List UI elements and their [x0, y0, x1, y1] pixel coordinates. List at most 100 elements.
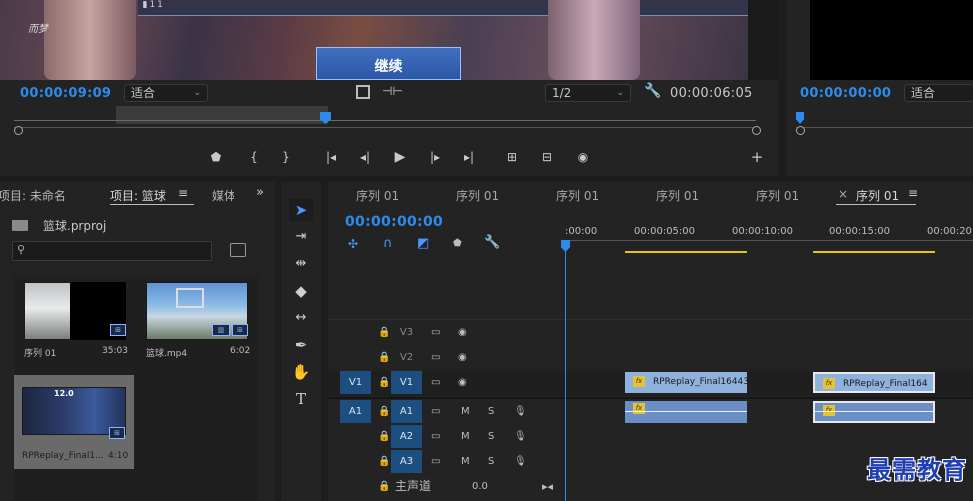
lock-icon[interactable]: 🔒	[378, 400, 390, 423]
step-back-icon[interactable]: ◂|	[356, 149, 374, 165]
selection-tool-icon[interactable]: ➤	[289, 199, 313, 221]
timeline-playhead[interactable]	[565, 240, 566, 501]
source-timecode[interactable]: 00:00:00:00	[800, 86, 891, 101]
panel-menu-icon[interactable]: ≡	[908, 186, 918, 200]
project-item-sequence[interactable]: ⊞ 序列 01 35:03	[14, 276, 134, 371]
project-item-replay[interactable]: 12.0 ⊞ RPReplay_Final1... 4:10	[14, 375, 134, 469]
master-volume-value[interactable]: 0.0	[472, 475, 488, 498]
eye-icon[interactable]: ◉	[458, 321, 467, 344]
close-tab-icon[interactable]: ×	[838, 187, 848, 201]
go-to-out-icon[interactable]: ▸|	[460, 149, 478, 165]
mark-in-icon[interactable]: {	[245, 149, 263, 165]
timeline-tab[interactable]: 序列 01	[356, 187, 399, 204]
solo-button[interactable]: S	[488, 400, 494, 423]
playback-settings-icon[interactable]: ⊣⊢	[382, 84, 403, 98]
sync-lock-icon[interactable]: ▭	[431, 450, 440, 473]
source-fit-select[interactable]: 适合	[904, 84, 973, 102]
tab-media-browser[interactable]: 媒体	[212, 187, 234, 204]
type-tool-icon[interactable]: T	[289, 388, 313, 410]
mute-button[interactable]: M	[461, 425, 470, 448]
microphone-icon[interactable]: 🎙	[514, 425, 527, 448]
linked-selection-icon[interactable]: ◩	[417, 236, 429, 251]
lock-icon[interactable]: 🔒	[378, 321, 390, 344]
lock-icon[interactable]: 🔒	[378, 450, 390, 473]
add-marker-icon[interactable]: ⬟	[207, 149, 225, 165]
play-icon[interactable]: ▶	[391, 149, 409, 165]
slip-tool-icon[interactable]: ↔	[289, 307, 313, 329]
audio-clip[interactable]: fx	[625, 401, 747, 423]
add-marker-icon[interactable]: ⬟	[453, 238, 462, 249]
timeline-tab[interactable]: 序列 01	[656, 187, 699, 204]
go-to-in-icon[interactable]: |◂	[322, 149, 340, 165]
tab-project-basketball[interactable]: 项目: 篮球	[110, 187, 166, 204]
project-search-input[interactable]: ⚲	[12, 241, 212, 261]
sync-lock-icon[interactable]: ▭	[431, 371, 440, 394]
solo-button[interactable]: S	[488, 425, 494, 448]
source-scroll-handle[interactable]	[796, 126, 805, 135]
lift-icon[interactable]: ⊞	[503, 149, 521, 165]
resolution-select[interactable]: 1/2 ⌄	[545, 84, 631, 102]
razor-tool-icon[interactable]: ◆	[289, 280, 313, 302]
audio-clip-selected[interactable]: fx	[813, 401, 935, 423]
timeline-timecode[interactable]: 00:00:00:00	[345, 214, 443, 230]
timeline-tab-active[interactable]: 序列 01	[856, 187, 899, 204]
microphone-icon[interactable]: 🎙	[514, 450, 527, 473]
program-fit-select[interactable]: 适合 ⌄	[124, 84, 208, 102]
more-tabs-icon[interactable]: »	[256, 185, 264, 200]
sync-lock-icon[interactable]: ▭	[431, 400, 440, 423]
timeline-tab[interactable]: 序列 01	[456, 187, 499, 204]
export-frame-camera-icon[interactable]: ◉	[574, 149, 592, 165]
panel-menu-icon[interactable]: ≡	[178, 186, 188, 200]
project-item-video[interactable]: ▥ ⊞ 篮球.mp4 6:02	[138, 276, 258, 371]
lock-icon[interactable]: 🔒	[378, 475, 390, 498]
step-forward-icon[interactable]: |▸	[426, 149, 444, 165]
video-clip[interactable]: fx RPReplay_Final16443	[625, 372, 747, 393]
lock-icon[interactable]: 🔒	[378, 425, 390, 448]
in-out-range[interactable]	[116, 106, 328, 124]
track-v2-label[interactable]: V2	[391, 346, 422, 369]
ripple-edit-tool-icon[interactable]: ⇹	[289, 253, 313, 275]
sync-lock-icon[interactable]: ▭	[431, 425, 440, 448]
source-patch-a1[interactable]: A1	[340, 400, 371, 423]
tab-project-untitled[interactable]: 项目: 未命名	[0, 187, 66, 204]
track-a3-label[interactable]: A3	[391, 450, 422, 473]
lock-icon[interactable]: 🔒	[378, 346, 390, 369]
track-a1-label[interactable]: A1	[391, 400, 422, 423]
source-video-frame[interactable]	[810, 0, 973, 80]
mark-out-icon[interactable]: }	[277, 149, 295, 165]
safe-margins-icon[interactable]	[356, 85, 370, 99]
go-to-end-icon[interactable]: ▸◂	[542, 475, 553, 498]
program-timecode[interactable]: 00:00:09:09	[20, 86, 111, 101]
video-clip-selected[interactable]: fx RPReplay_Final164	[813, 372, 935, 393]
nest-sequence-icon[interactable]: ✣	[348, 237, 358, 251]
track-v3-label[interactable]: V3	[391, 321, 422, 344]
timeline-tab[interactable]: 序列 01	[556, 187, 599, 204]
track-a2-label[interactable]: A2	[391, 425, 422, 448]
track-select-tool-icon[interactable]: ⇥	[289, 226, 313, 248]
mute-button[interactable]: M	[461, 450, 470, 473]
lock-icon[interactable]: 🔒	[378, 371, 390, 394]
eye-icon[interactable]: ◉	[458, 371, 467, 394]
track-a1: A1 🔒 A1 ▭ M S 🎙 fx fx	[328, 400, 973, 425]
snap-magnet-icon[interactable]: ∩	[383, 236, 393, 251]
scroll-handle-right[interactable]	[752, 126, 761, 135]
mute-button[interactable]: M	[461, 400, 470, 423]
track-v1-label[interactable]: V1	[391, 371, 422, 394]
source-playhead-marker[interactable]	[796, 112, 804, 124]
sync-lock-icon[interactable]: ▭	[431, 346, 440, 369]
find-icon[interactable]	[230, 243, 246, 257]
program-video-frame[interactable]: ✓ 9 ❍ 3 ▮11 而梦 继续	[0, 0, 778, 80]
hand-tool-icon[interactable]: ✋	[289, 361, 313, 383]
sync-lock-icon[interactable]: ▭	[431, 321, 440, 344]
scroll-handle-left[interactable]	[14, 126, 23, 135]
solo-button[interactable]: S	[488, 450, 494, 473]
eye-icon[interactable]: ◉	[458, 346, 467, 369]
source-patch-v1[interactable]: V1	[340, 371, 371, 394]
extract-icon[interactable]: ⊟	[538, 149, 556, 165]
microphone-icon[interactable]: 🎙	[514, 400, 527, 423]
wrench-icon[interactable]: 🔧	[644, 83, 661, 99]
wrench-icon[interactable]: 🔧	[484, 235, 500, 250]
button-editor-plus-icon[interactable]: +	[748, 149, 766, 165]
timeline-tab[interactable]: 序列 01	[756, 187, 799, 204]
pen-tool-icon[interactable]: ✒	[289, 334, 313, 356]
